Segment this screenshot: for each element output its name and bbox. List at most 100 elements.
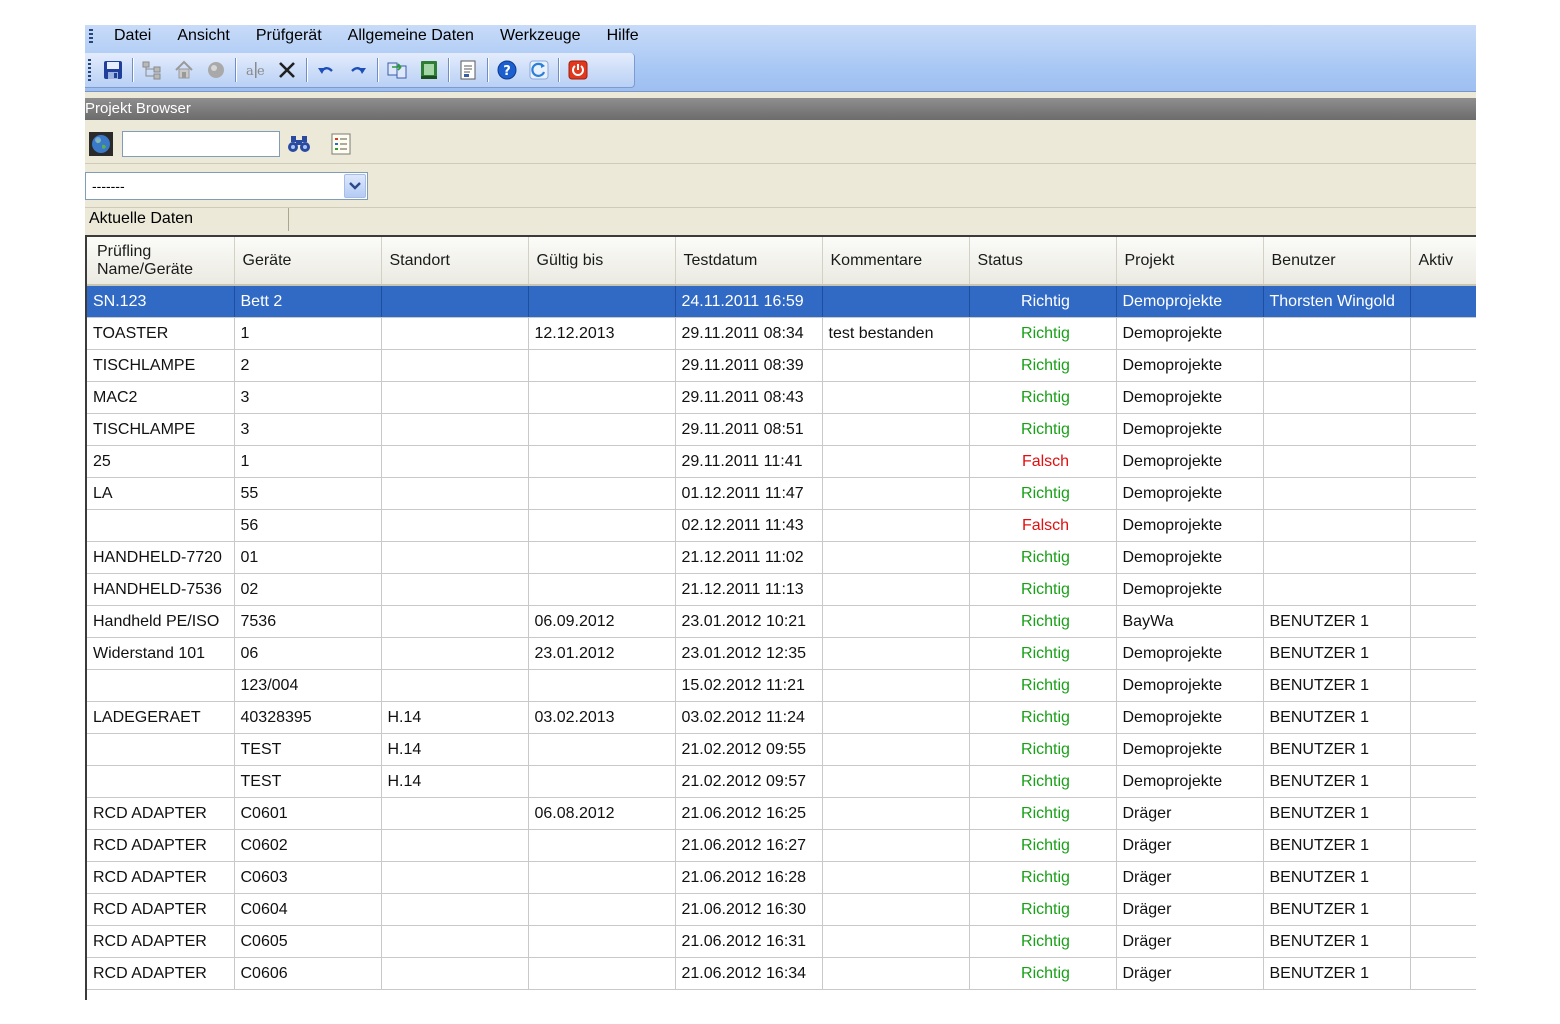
- cell-benutzer[interactable]: BENUTZER 1: [1263, 669, 1411, 702]
- cell-standort[interactable]: [381, 413, 529, 446]
- cell-gueltig[interactable]: [528, 765, 676, 798]
- globe-button[interactable]: [88, 131, 114, 157]
- cell-testdatum[interactable]: 29.11.2011 08:51: [675, 413, 823, 446]
- cell-aktiv[interactable]: [1410, 957, 1476, 990]
- cell-kommentare[interactable]: [822, 733, 970, 766]
- cell-status[interactable]: Richtig: [969, 413, 1117, 446]
- cell-testdatum[interactable]: 29.11.2011 08:39: [675, 349, 823, 382]
- cell-name[interactable]: 25: [87, 445, 235, 478]
- cell-status[interactable]: Richtig: [969, 637, 1117, 670]
- table-row[interactable]: Handheld PE/ISO 7536 06.09.2012 23.01.2012 …: [87, 605, 1476, 638]
- cell-aktiv[interactable]: [1410, 637, 1476, 670]
- cell-kommentare[interactable]: test bestanden: [822, 317, 970, 350]
- table-row[interactable]: HANDHELD-7720 01 21.12.2011 11:02 Richtig De…: [87, 541, 1476, 574]
- column-header-status[interactable]: Status: [969, 237, 1117, 286]
- cell-benutzer[interactable]: [1263, 477, 1411, 510]
- cell-name[interactable]: [87, 669, 235, 702]
- cell-status[interactable]: Richtig: [969, 317, 1117, 350]
- cell-gueltig[interactable]: 06.08.2012: [528, 797, 676, 830]
- menu-datei[interactable]: Datei: [101, 25, 164, 47]
- cell-name[interactable]: SN.123: [87, 285, 235, 318]
- cell-testdatum[interactable]: 24.11.2011 16:59: [675, 285, 823, 318]
- cell-geraete[interactable]: TEST: [234, 733, 382, 766]
- cell-benutzer[interactable]: BENUTZER 1: [1263, 637, 1411, 670]
- cell-testdatum[interactable]: 15.02.2012 11:21: [675, 669, 823, 702]
- table-row[interactable]: TISCHLAMPE 3 29.11.2011 08:51 Richtig Demopr…: [87, 413, 1476, 446]
- menu-allgemeine-daten[interactable]: Allgemeine Daten: [335, 25, 487, 47]
- cell-kommentare[interactable]: [822, 797, 970, 830]
- filter-dropdown[interactable]: -------: [85, 172, 368, 200]
- cell-name[interactable]: HANDHELD-7536: [87, 573, 235, 606]
- cell-kommentare[interactable]: [822, 669, 970, 702]
- table-row[interactable]: RCD ADAPTER C0605 21.06.2012 16:31 Richtig D…: [87, 925, 1476, 958]
- cell-projekt[interactable]: Dräger: [1116, 861, 1264, 894]
- cell-benutzer[interactable]: [1263, 509, 1411, 542]
- cell-projekt[interactable]: Dräger: [1116, 893, 1264, 926]
- table-row[interactable]: RCD ADAPTER C0606 21.06.2012 16:34 Richtig D…: [87, 957, 1476, 990]
- table-row[interactable]: LA 55 01.12.2011 11:47 Richtig Demoprojekte: [87, 477, 1476, 510]
- menu-hilfe[interactable]: Hilfe: [594, 25, 652, 47]
- cell-kommentare[interactable]: [822, 957, 970, 990]
- cell-geraete[interactable]: C0601: [234, 797, 382, 830]
- cell-projekt[interactable]: Demoprojekte: [1116, 285, 1264, 318]
- cell-status[interactable]: Richtig: [969, 541, 1117, 574]
- cell-name[interactable]: MAC2: [87, 381, 235, 414]
- cell-name[interactable]: LA: [87, 477, 235, 510]
- cell-gueltig[interactable]: [528, 861, 676, 894]
- cell-gueltig[interactable]: [528, 381, 676, 414]
- cell-standort[interactable]: H.14: [381, 765, 529, 798]
- table-row[interactable]: RCD ADAPTER C0601 06.08.2012 21.06.2012 16:…: [87, 797, 1476, 830]
- record-button[interactable]: [202, 56, 230, 84]
- table-row[interactable]: TEST H.14 21.02.2012 09:55 Richtig Demoproje…: [87, 733, 1476, 766]
- cell-aktiv[interactable]: [1410, 605, 1476, 638]
- cell-gueltig[interactable]: [528, 445, 676, 478]
- cell-geraete[interactable]: 7536: [234, 605, 382, 638]
- cell-gueltig[interactable]: [528, 733, 676, 766]
- cell-testdatum[interactable]: 21.02.2012 09:55: [675, 733, 823, 766]
- cell-standort[interactable]: [381, 477, 529, 510]
- cell-kommentare[interactable]: [822, 349, 970, 382]
- cell-status[interactable]: Richtig: [969, 701, 1117, 734]
- cell-testdatum[interactable]: 21.06.2012 16:34: [675, 957, 823, 990]
- cell-testdatum[interactable]: 01.12.2011 11:47: [675, 477, 823, 510]
- cell-testdatum[interactable]: 21.12.2011 11:02: [675, 541, 823, 574]
- table-row[interactable]: 25 1 29.11.2011 11:41 Falsch Demoprojekte: [87, 445, 1476, 478]
- cell-kommentare[interactable]: [822, 509, 970, 542]
- cell-name[interactable]: TISCHLAMPE: [87, 413, 235, 446]
- cell-standort[interactable]: [381, 509, 529, 542]
- cell-name[interactable]: [87, 765, 235, 798]
- cell-kommentare[interactable]: [822, 829, 970, 862]
- table-row[interactable]: MAC2 3 29.11.2011 08:43 Richtig Demoprojekte: [87, 381, 1476, 414]
- cell-testdatum[interactable]: 21.06.2012 16:31: [675, 925, 823, 958]
- export-button[interactable]: [415, 56, 443, 84]
- cell-projekt[interactable]: Demoprojekte: [1116, 733, 1264, 766]
- cell-gueltig[interactable]: [528, 349, 676, 382]
- cell-benutzer[interactable]: [1263, 317, 1411, 350]
- cell-kommentare[interactable]: [822, 573, 970, 606]
- cell-testdatum[interactable]: 23.01.2012 10:21: [675, 605, 823, 638]
- cell-status[interactable]: Richtig: [969, 605, 1117, 638]
- table-row[interactable]: 56 02.12.2011 11:43 Falsch Demoprojekte: [87, 509, 1476, 542]
- cell-standort[interactable]: [381, 925, 529, 958]
- cell-status[interactable]: Richtig: [969, 861, 1117, 894]
- cell-standort[interactable]: [381, 829, 529, 862]
- help-button[interactable]: ?: [493, 56, 521, 84]
- cell-name[interactable]: RCD ADAPTER: [87, 861, 235, 894]
- sync-button[interactable]: [383, 56, 411, 84]
- table-row[interactable]: RCD ADAPTER C0603 21.06.2012 16:28 Richtig D…: [87, 861, 1476, 894]
- cell-projekt[interactable]: Demoprojekte: [1116, 669, 1264, 702]
- cell-name[interactable]: RCD ADAPTER: [87, 925, 235, 958]
- menu-grip[interactable]: [89, 29, 93, 43]
- cell-projekt[interactable]: Demoprojekte: [1116, 509, 1264, 542]
- cell-geraete[interactable]: 56: [234, 509, 382, 542]
- table-row[interactable]: TOASTER 1 12.12.2013 29.11.2011 08:34 test b…: [87, 317, 1476, 350]
- cell-name[interactable]: [87, 509, 235, 542]
- cell-status[interactable]: Falsch: [969, 509, 1117, 542]
- cell-geraete[interactable]: TEST: [234, 765, 382, 798]
- cell-geraete[interactable]: 40328395: [234, 701, 382, 734]
- cell-projekt[interactable]: Dräger: [1116, 957, 1264, 990]
- cell-status[interactable]: Richtig: [969, 285, 1117, 318]
- cell-aktiv[interactable]: [1410, 765, 1476, 798]
- cell-name[interactable]: LADEGERAET: [87, 701, 235, 734]
- cell-standort[interactable]: [381, 445, 529, 478]
